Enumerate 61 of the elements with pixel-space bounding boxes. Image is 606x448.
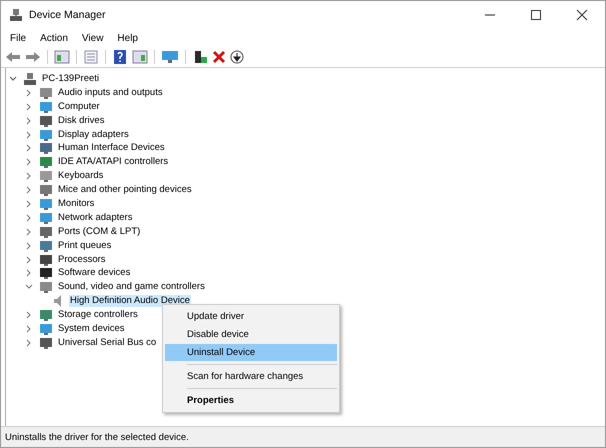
app-icon bbox=[9, 8, 23, 22]
tree-item[interactable]: PC-139Preeti bbox=[41, 72, 100, 85]
device-icon bbox=[39, 336, 53, 350]
device-icon bbox=[39, 169, 53, 184]
add-driver-icon[interactable] bbox=[192, 50, 208, 64]
tree-item[interactable]: Universal Serial Bus co bbox=[57, 336, 158, 349]
context-menu-item[interactable]: Uninstall Device bbox=[165, 344, 337, 361]
computer-icon bbox=[23, 72, 37, 86]
forward-arrow-icon[interactable] bbox=[25, 50, 41, 64]
device-icon bbox=[39, 155, 53, 170]
window-title: Device Manager bbox=[29, 9, 106, 21]
device-icon bbox=[39, 266, 53, 280]
device-icon bbox=[39, 210, 53, 225]
device-icon bbox=[39, 128, 53, 142]
list-view-icon[interactable] bbox=[83, 50, 99, 64]
device-icon bbox=[39, 86, 53, 100]
delete-icon[interactable] bbox=[212, 50, 226, 64]
menu-item[interactable]: Help bbox=[110, 32, 145, 44]
tree-item[interactable]: Computer bbox=[57, 100, 101, 113]
monitor-icon[interactable] bbox=[161, 50, 179, 64]
context-menu-item[interactable]: Scan for hardware changes bbox=[165, 368, 337, 385]
window-panel-icon[interactable] bbox=[132, 50, 148, 64]
context-menu-item[interactable]: Update driver bbox=[165, 308, 337, 325]
tree-item[interactable]: System devices bbox=[57, 322, 126, 335]
device-icon bbox=[39, 252, 53, 267]
device-icon bbox=[39, 141, 53, 156]
tree-item[interactable]: Network adapters bbox=[57, 212, 134, 224]
device-icon bbox=[39, 114, 53, 128]
download-icon[interactable] bbox=[230, 50, 244, 64]
context-menu-item[interactable]: Disable device bbox=[165, 326, 337, 343]
device-icon bbox=[39, 224, 53, 239]
device-icon bbox=[39, 308, 53, 322]
tree-item[interactable]: Processors bbox=[57, 254, 107, 266]
device-icon bbox=[39, 280, 53, 294]
tree-item[interactable]: Keyboards bbox=[57, 170, 104, 182]
tree-item[interactable]: Human Interface Devices bbox=[57, 142, 166, 154]
tree-item[interactable]: Storage controllers bbox=[57, 309, 139, 322]
tree-item[interactable]: IDE ATA/ATAPI controllers bbox=[57, 156, 170, 168]
tree-item[interactable]: Disk drives bbox=[57, 114, 106, 127]
device-icon bbox=[39, 100, 53, 114]
context-menu-item[interactable]: Properties bbox=[165, 392, 337, 409]
device-icon bbox=[39, 238, 53, 253]
device-icon bbox=[39, 183, 53, 198]
status-bar: Uninstalls the driver for the selected device. bbox=[1, 426, 605, 447]
tree-item[interactable]: Software devices bbox=[57, 267, 132, 280]
tree-item[interactable]: Audio inputs and outputs bbox=[57, 86, 164, 99]
tree-item[interactable]: Monitors bbox=[57, 198, 96, 210]
tree-item[interactable]: High Definition Audio Device bbox=[69, 295, 191, 308]
device-icon bbox=[39, 196, 53, 211]
tree-item[interactable]: Ports (COM & LPT) bbox=[57, 226, 142, 238]
menu-item[interactable]: View bbox=[74, 32, 110, 44]
menu-item[interactable]: File bbox=[3, 32, 34, 44]
back-arrow-icon[interactable] bbox=[5, 50, 21, 64]
tree-item[interactable]: Sound, video and game controllers bbox=[57, 281, 206, 294]
tree-item[interactable]: Print queues bbox=[57, 240, 112, 252]
help-icon[interactable] bbox=[112, 50, 128, 64]
menu-item[interactable]: Action bbox=[33, 32, 75, 44]
tree-item[interactable]: Mice and other pointing devices bbox=[57, 184, 193, 196]
window-panel-icon[interactable] bbox=[54, 50, 70, 64]
tree-item[interactable]: Display adapters bbox=[57, 128, 130, 140]
device-icon bbox=[39, 322, 53, 336]
